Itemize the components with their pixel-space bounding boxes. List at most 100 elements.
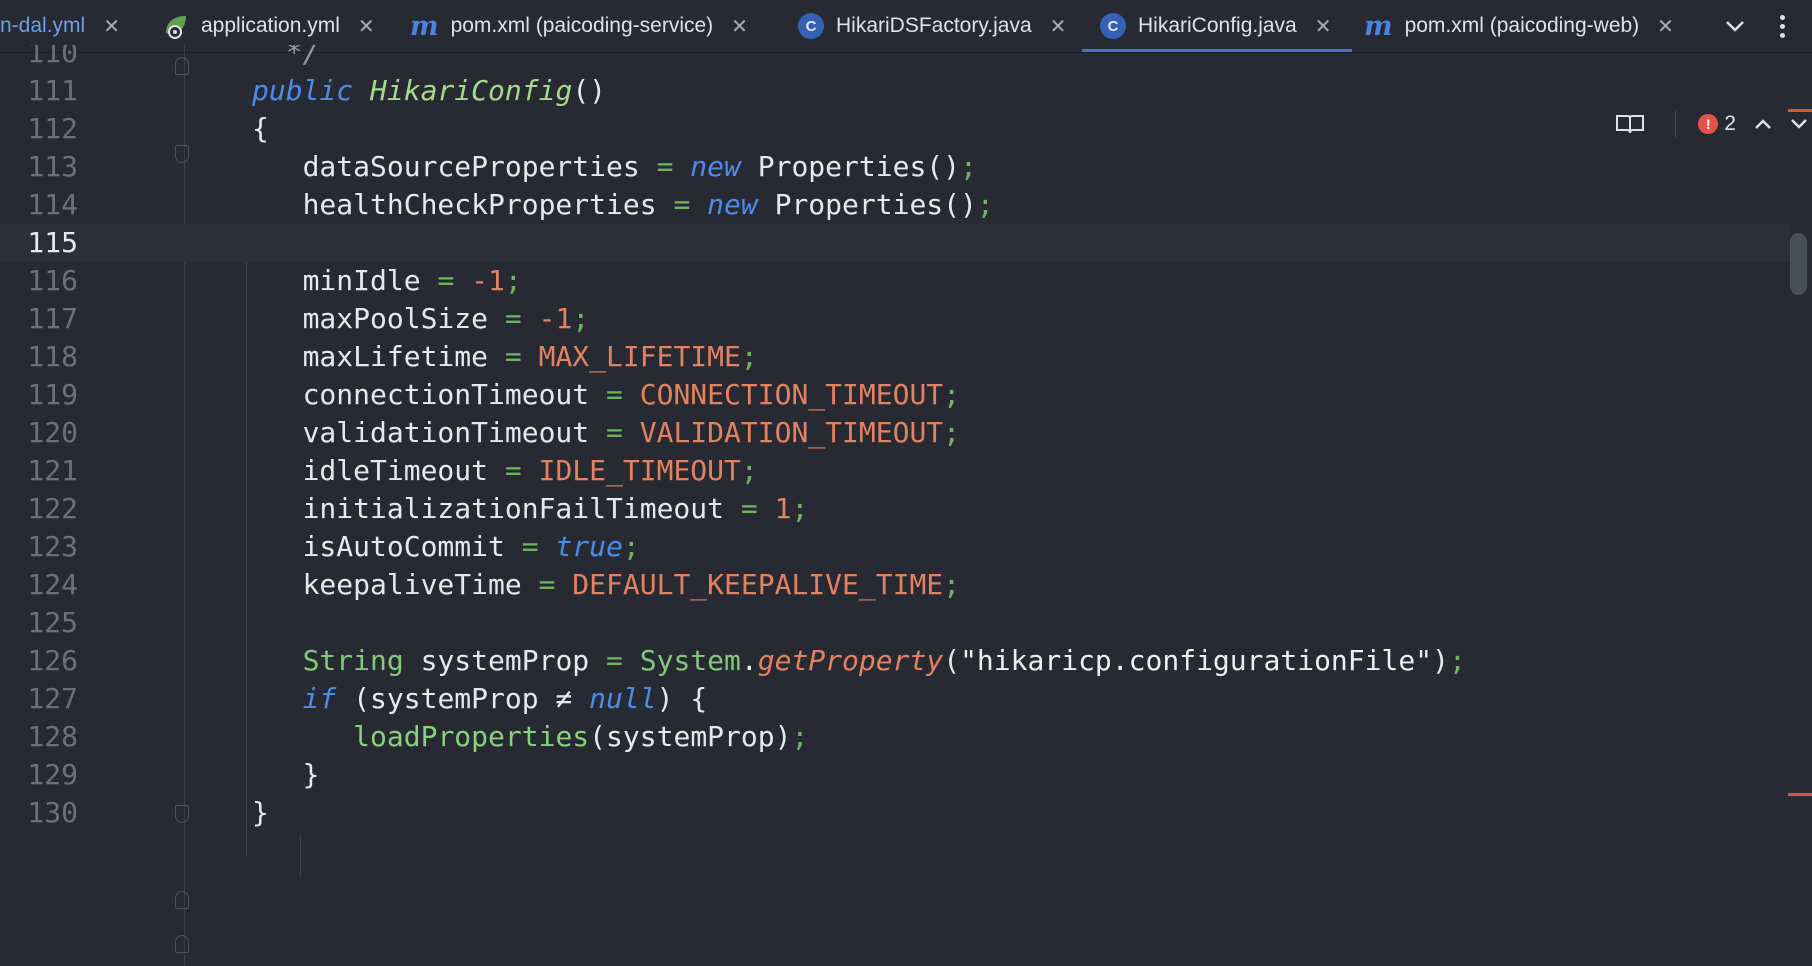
code-text[interactable]: connectionTimeout = CONNECTION_TIMEOUT;	[252, 376, 960, 414]
fold-marker-icon[interactable]	[175, 805, 189, 823]
code-line[interactable]: 125	[0, 604, 1790, 642]
code-token: "hikaricp.configurationFile"	[960, 644, 1433, 677]
fold-marker-icon[interactable]	[175, 935, 189, 953]
code-line[interactable]: 116 minIdle = -1;	[0, 262, 1790, 300]
code-text[interactable]: maxLifetime = MAX_LIFETIME;	[252, 338, 758, 376]
line-number[interactable]: 120	[0, 414, 78, 452]
close-icon[interactable]: ✕	[1315, 14, 1332, 39]
line-number[interactable]: 118	[0, 338, 78, 376]
code-text[interactable]: loadProperties(systemProp);	[252, 718, 808, 756]
code-text[interactable]: idleTimeout = IDLE_TIMEOUT;	[252, 452, 758, 490]
tab-label: n-dal.yml	[0, 14, 86, 37]
error-count[interactable]: 2	[1724, 112, 1736, 136]
line-number[interactable]: 119	[0, 376, 78, 414]
line-number[interactable]: 122	[0, 490, 78, 528]
code-line[interactable]: 111 public HikariConfig()	[0, 72, 1790, 110]
line-number[interactable]: 126	[0, 642, 78, 680]
code-token: validationTimeout	[252, 416, 607, 449]
vertical-dots-icon[interactable]	[1780, 14, 1785, 38]
close-icon[interactable]: ✕	[1050, 14, 1067, 39]
code-text[interactable]: if (systemProp ≠ null) {	[252, 680, 708, 718]
code-line[interactable]: 115	[0, 224, 1790, 262]
code-line[interactable]: 117 maxPoolSize = -1;	[0, 300, 1790, 338]
code-token: =	[538, 568, 556, 601]
code-token: }	[252, 796, 269, 829]
code-token: HikariConfig	[370, 74, 573, 107]
close-icon[interactable]: ✕	[358, 14, 375, 39]
code-text[interactable]: maxPoolSize = -1;	[252, 300, 590, 338]
code-text[interactable]: public HikariConfig()	[252, 72, 606, 110]
line-number[interactable]: 116	[0, 262, 78, 300]
line-number[interactable]: 112	[0, 110, 78, 148]
line-number[interactable]: 124	[0, 566, 78, 604]
line-number[interactable]: 113	[0, 148, 78, 186]
code-token: (	[943, 644, 961, 677]
line-number[interactable]: 111	[0, 72, 78, 110]
fold-marker-icon[interactable]	[175, 891, 189, 909]
code-line[interactable]: 123 isAutoCommit = true;	[0, 528, 1790, 566]
line-number[interactable]: 110	[0, 45, 78, 72]
line-number[interactable]: 128	[0, 718, 78, 756]
code-text[interactable]: initializationFailTimeout = 1;	[252, 490, 809, 528]
line-number[interactable]: 117	[0, 300, 78, 338]
line-number[interactable]: 114	[0, 186, 78, 224]
line-number[interactable]: 129	[0, 756, 78, 794]
line-number[interactable]: 123	[0, 528, 78, 566]
code-line[interactable]: 124 keepaliveTime = DEFAULT_KEEPALIVE_TI…	[0, 566, 1790, 604]
code-line[interactable]: 114 healthCheckProperties = new Properti…	[0, 186, 1790, 224]
code-token: initializationFailTimeout	[252, 492, 741, 525]
fold-marker-icon[interactable]	[175, 57, 189, 75]
line-number[interactable]: 121	[0, 452, 78, 490]
code-line[interactable]: 129 }	[0, 756, 1790, 794]
close-icon[interactable]: ✕	[1657, 14, 1674, 39]
line-number[interactable]: 130	[0, 794, 78, 832]
code-line[interactable]: 126 String systemProp = System.getProper…	[0, 642, 1790, 680]
code-line[interactable]: 113 dataSourceProperties = new Propertie…	[0, 148, 1790, 186]
close-icon[interactable]: ✕	[731, 14, 748, 39]
code-text[interactable]: }	[252, 794, 269, 832]
code-text[interactable]: {	[252, 110, 269, 148]
code-text[interactable]: minIdle = -1;	[252, 262, 522, 300]
code-text[interactable]: validationTimeout = VALIDATION_TIMEOUT;	[252, 414, 960, 452]
java-class-icon: C	[798, 13, 824, 39]
code-line[interactable]: 118 maxLifetime = MAX_LIFETIME;	[0, 338, 1790, 376]
code-line[interactable]: 119 connectionTimeout = CONNECTION_TIMEO…	[0, 376, 1790, 414]
code-line[interactable]: 120 validationTimeout = VALIDATION_TIMEO…	[0, 414, 1790, 452]
code-line[interactable]: 121 idleTimeout = IDLE_TIMEOUT;	[0, 452, 1790, 490]
chevron-up-icon[interactable]	[1754, 118, 1772, 130]
fold-marker-icon[interactable]	[175, 145, 189, 163]
line-number[interactable]: 127	[0, 680, 78, 718]
book-icon[interactable]	[1615, 113, 1645, 135]
code-text[interactable]: }	[252, 756, 320, 794]
code-text[interactable]: keepaliveTime = DEFAULT_KEEPALIVE_TIME;	[252, 566, 960, 604]
code-text[interactable]: dataSourceProperties = new Properties();	[252, 148, 977, 186]
code-editor[interactable]: 110 */111 public HikariConfig() 112{113 da…	[0, 45, 1812, 966]
close-icon[interactable]: ✕	[103, 14, 120, 39]
code-line[interactable]: 130}	[0, 794, 1790, 832]
code-token: (systemProp)	[589, 720, 792, 753]
code-text[interactable]: String systemProp = System.getProperty("…	[252, 642, 1466, 680]
code-line[interactable]: 110 */	[0, 45, 1790, 72]
code-line[interactable]: 127 if (systemProp ≠ null) {	[0, 680, 1790, 718]
code-text[interactable]: healthCheckProperties = new Properties()…	[252, 186, 994, 224]
line-number[interactable]: 125	[0, 604, 78, 642]
chevron-down-icon[interactable]	[1790, 118, 1808, 130]
error-stripe-marker[interactable]	[1788, 109, 1812, 112]
code-line[interactable]: 122 initializationFailTimeout = 1;	[0, 490, 1790, 528]
code-token: idleTimeout	[252, 454, 505, 487]
code-text[interactable]: isAutoCommit = true;	[252, 528, 640, 566]
vertical-scrollbar[interactable]	[1790, 233, 1807, 295]
code-line[interactable]: 112 {	[0, 110, 1790, 148]
code-token: =	[521, 530, 539, 563]
line-number[interactable]: 115	[0, 224, 78, 262]
code-token: {	[252, 112, 269, 145]
chevron-down-icon[interactable]	[1722, 20, 1748, 32]
code-text[interactable]: */	[252, 45, 320, 72]
code-line[interactable]: 128 loadProperties(systemProp);	[0, 718, 1790, 756]
code-token: ;	[791, 720, 809, 753]
error-stripe-marker[interactable]	[1788, 793, 1812, 796]
